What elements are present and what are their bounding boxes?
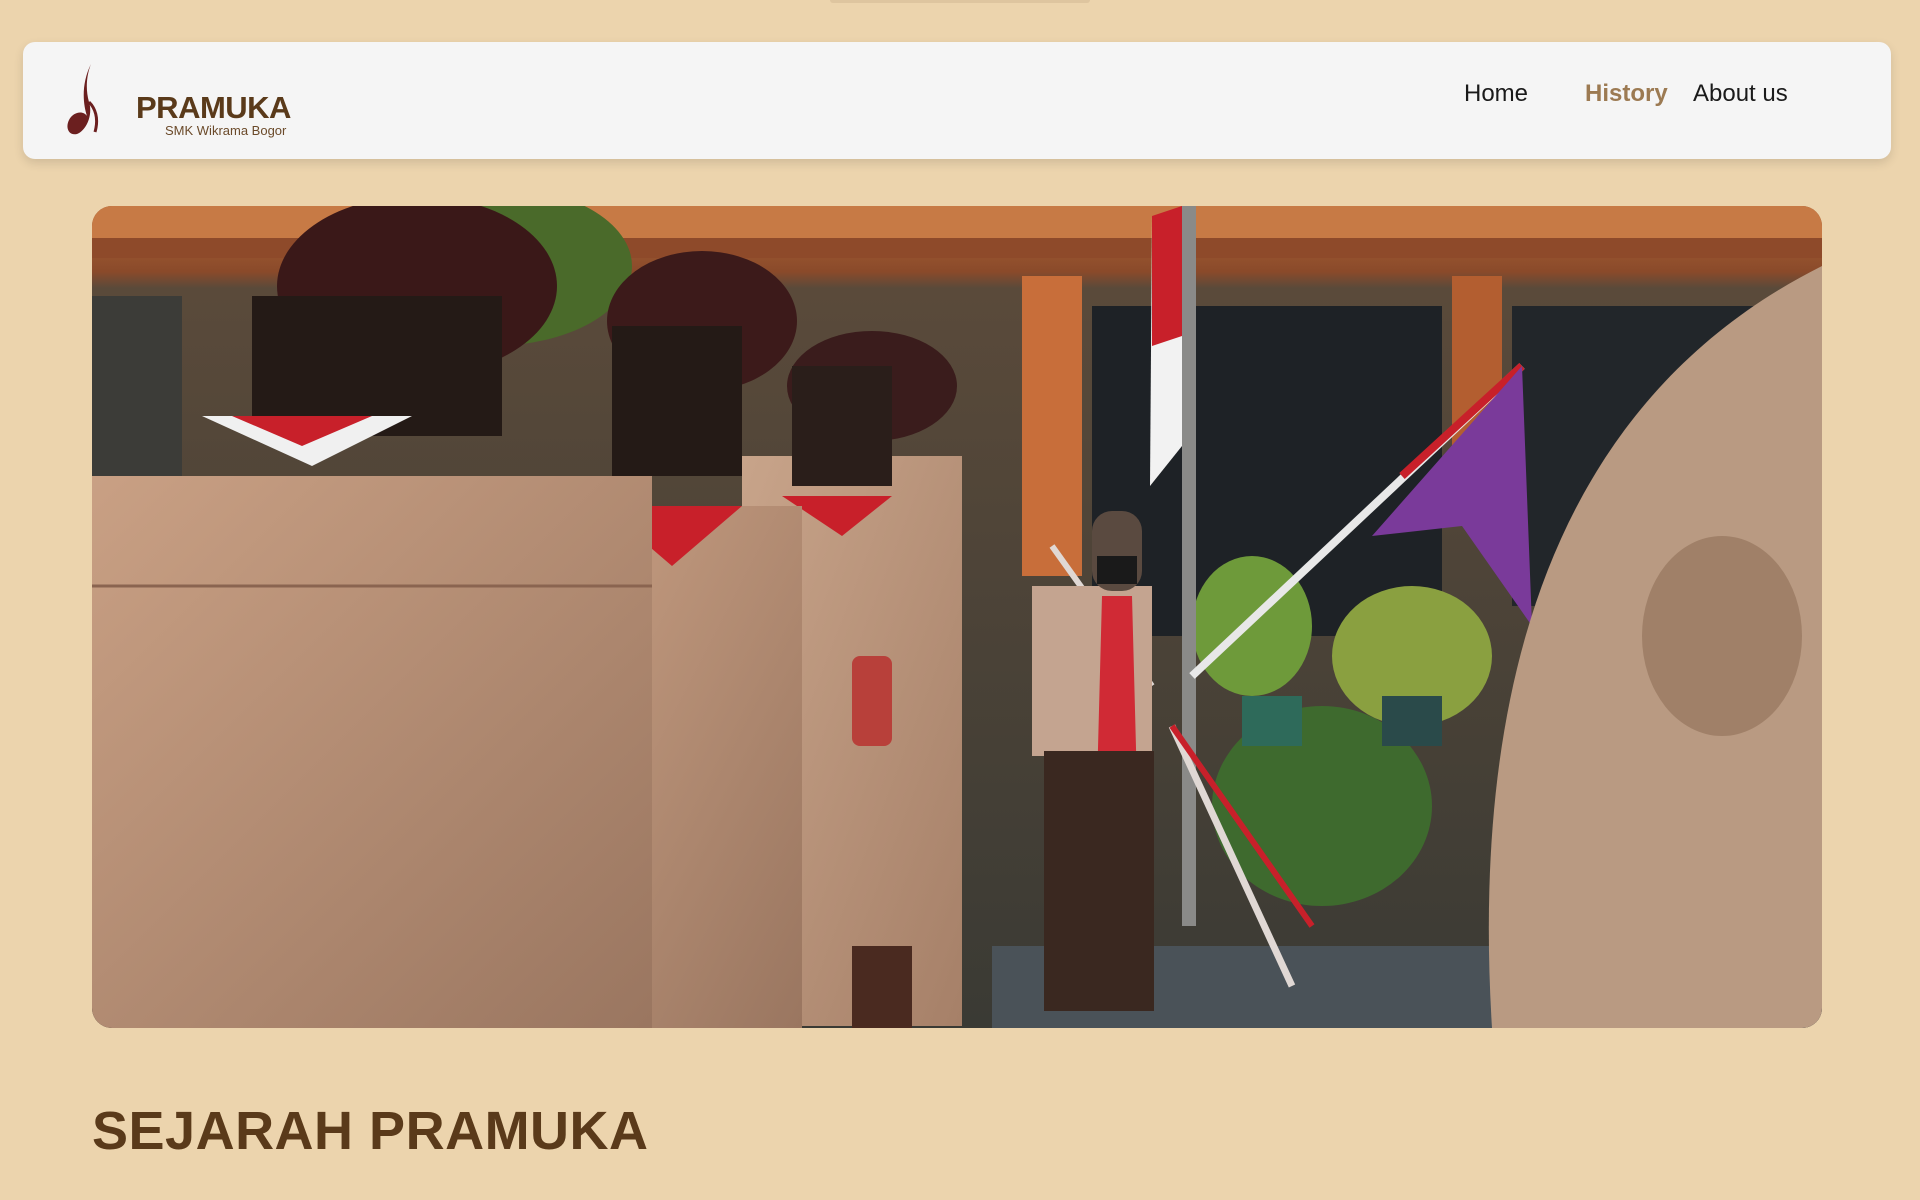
page-title: SEJARAH PRAMUKA	[92, 1101, 649, 1161]
top-edge-shadow	[830, 0, 1090, 3]
navbar: PRAMUKA SMK Wikrama Bogor Home History A…	[23, 42, 1891, 159]
nav-about-us[interactable]: About us	[1693, 80, 1788, 108]
nav-history[interactable]: History	[1585, 80, 1668, 108]
main-nav: Home History About us	[23, 80, 1891, 120]
scouts-ceremony-photo	[92, 206, 1822, 1028]
brand-subtitle: SMK Wikrama Bogor	[165, 123, 287, 138]
hero-image	[92, 206, 1822, 1028]
nav-home[interactable]: Home	[1464, 80, 1528, 108]
